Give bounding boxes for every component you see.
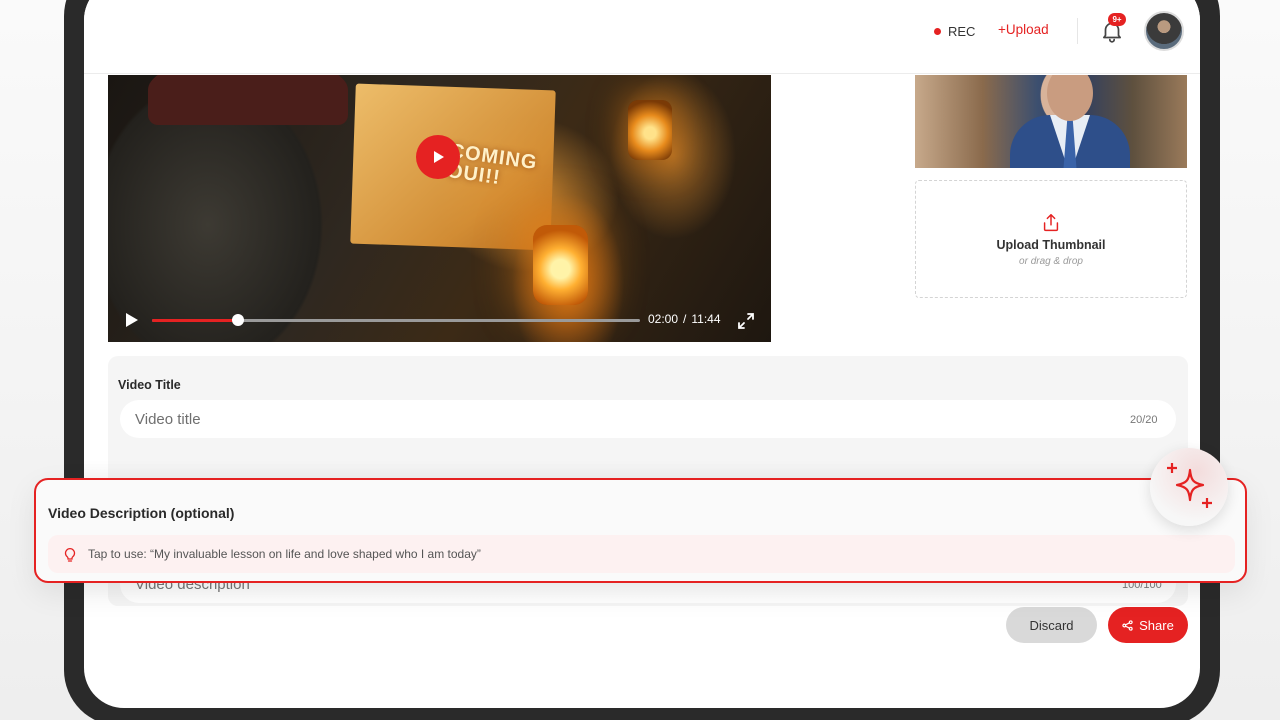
upload-link[interactable]: +Upload (998, 22, 1049, 37)
time-separator: / (683, 312, 687, 326)
rec-dot-icon (934, 28, 941, 35)
video-frame-lantern-back (628, 100, 672, 160)
sparkle-icon (1167, 463, 1212, 508)
player-controls: 02:00 / 11:44 (108, 305, 771, 335)
thumbnail-preview[interactable] (915, 75, 1187, 168)
ai-suggestion-text: Tap to use: “My invaluable lesson on lif… (88, 547, 481, 561)
notification-badge: 9+ (1108, 13, 1126, 26)
lightbulb-icon (64, 548, 76, 562)
app-screen: REC +Upload 9+ COMING OUI!! 02:00 / 11:4… (84, 0, 1200, 708)
video-description-label: Video Description (optional) (48, 505, 235, 521)
progress-fill (152, 319, 239, 322)
progress-handle[interactable] (232, 314, 245, 326)
upload-icon (1043, 213, 1059, 231)
ai-sparkle-button[interactable] (1150, 448, 1228, 526)
video-frame-lantern (533, 225, 588, 305)
user-avatar[interactable] (1144, 11, 1184, 51)
rec-button[interactable]: REC (934, 24, 975, 39)
top-bar: REC +Upload 9+ (84, 0, 1200, 74)
play-icon (434, 151, 444, 163)
fullscreen-icon[interactable] (737, 312, 755, 330)
rec-label: REC (948, 24, 976, 39)
center-play-button[interactable] (416, 135, 460, 179)
play-icon[interactable] (122, 311, 140, 329)
share-button-label: Share (1139, 617, 1174, 633)
progress-bar[interactable] (152, 314, 640, 326)
header-divider (1077, 18, 1078, 44)
ai-suggestion-chip[interactable]: Tap to use: “My invaluable lesson on lif… (48, 535, 1235, 573)
video-frame-cap (148, 75, 348, 125)
video-title-label: Video Title (118, 378, 181, 392)
description-highlight-card: Video Description (optional) Tap to use:… (34, 478, 1247, 583)
video-player[interactable]: COMING OUI!! 02:00 / 11:44 (108, 75, 771, 342)
upload-thumbnail-title: Upload Thumbnail (996, 237, 1106, 252)
share-button[interactable]: Share (1108, 607, 1188, 643)
video-title-input[interactable] (120, 400, 1176, 438)
upload-thumbnail-dropzone[interactable]: Upload Thumbnail or drag & drop (915, 180, 1187, 298)
share-icon (1122, 619, 1133, 631)
discard-button[interactable]: Discard (1006, 607, 1097, 643)
video-title-counter: 20/20 (1130, 414, 1158, 426)
duration-time: 11:44 (691, 312, 721, 326)
current-time: 02:00 (648, 312, 679, 326)
upload-thumbnail-subtitle: or drag & drop (1019, 255, 1083, 267)
screen-content: REC +Upload 9+ COMING OUI!! 02:00 / 11:4… (84, 0, 1200, 708)
time-display: 02:00 / 11:44 (648, 312, 721, 326)
